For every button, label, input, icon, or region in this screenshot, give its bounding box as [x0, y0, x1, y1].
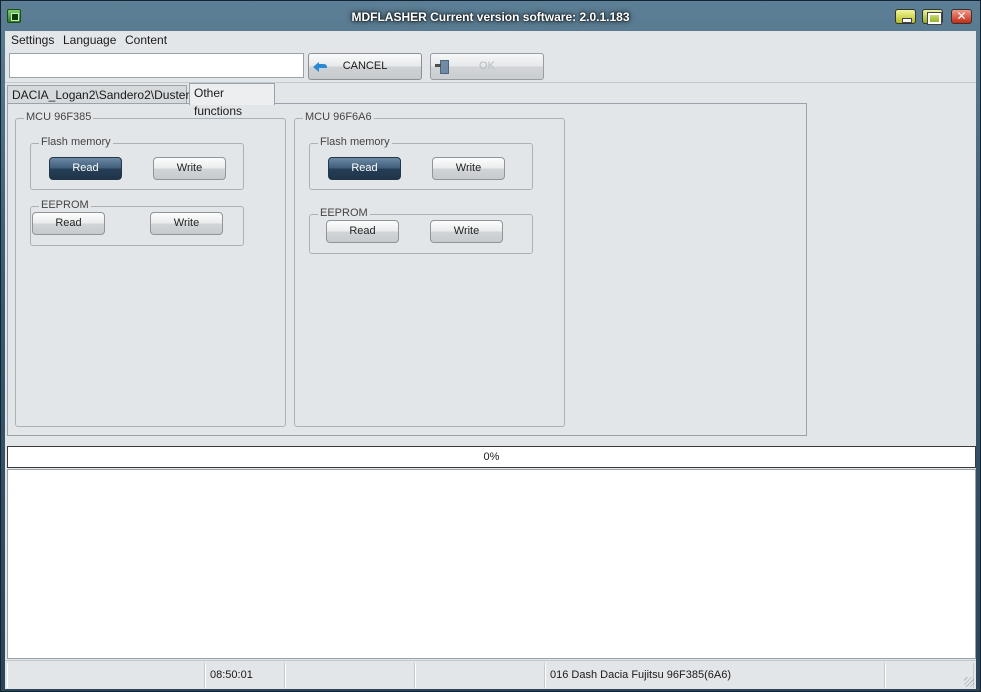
- status-time: 08:50:01: [205, 663, 285, 688]
- minimize-icon[interactable]: [895, 9, 916, 24]
- toolbar-divider: [5, 82, 976, 83]
- back-arrow-icon: [313, 60, 327, 72]
- flash-memory-title: Flash memory: [318, 136, 392, 148]
- window-title: MDFLASHER Current version software: 2.0.…: [351, 10, 630, 24]
- cancel-button[interactable]: CANCEL: [308, 53, 422, 80]
- menu-settings[interactable]: Settings: [11, 33, 54, 47]
- flash-memory-title: Flash memory: [39, 136, 113, 148]
- eeprom-write-button[interactable]: Write: [150, 212, 223, 235]
- flash-memory-group: Flash memory Read Write: [30, 136, 244, 190]
- flash-write-button[interactable]: Write: [153, 157, 226, 180]
- menu-language[interactable]: Language: [63, 33, 116, 47]
- command-input[interactable]: [9, 53, 304, 78]
- progress-text: 0%: [483, 451, 500, 463]
- eeprom-read-button[interactable]: Read: [32, 212, 105, 235]
- eeprom-read-button[interactable]: Read: [326, 220, 399, 243]
- status-cell-1: [7, 663, 205, 688]
- eeprom-title: EEPROM: [318, 207, 370, 219]
- flash-read-button[interactable]: Read: [328, 157, 401, 180]
- eeprom-write-button[interactable]: Write: [430, 220, 503, 243]
- client-area: Settings Language Content CANCEL OK DACI…: [5, 31, 976, 689]
- status-device: 016 Dash Dacia Fujitsu 96F385(6A6): [545, 663, 885, 688]
- other-functions-panel: MCU 96F385 Flash memory Read Write EEPRO…: [7, 103, 807, 436]
- status-cell-3: [285, 663, 415, 688]
- flash-read-button[interactable]: Read: [49, 157, 122, 180]
- eeprom-group: EEPROM Read Write: [30, 199, 244, 246]
- mcu-group-96f385: MCU 96F385 Flash memory Read Write EEPRO…: [15, 111, 286, 427]
- ok-button[interactable]: OK: [430, 53, 544, 80]
- mcu-group-title: MCU 96F385: [24, 111, 94, 123]
- resize-grip-icon[interactable]: [964, 677, 974, 687]
- flash-write-button[interactable]: Write: [432, 157, 505, 180]
- eeprom-title: EEPROM: [39, 199, 91, 211]
- flash-memory-group: Flash memory Read Write: [309, 136, 533, 190]
- menu-bar: Settings Language Content: [5, 31, 976, 49]
- mcu-group-96f6a6: MCU 96F6A6 Flash memory Read Write EEPRO…: [294, 111, 565, 427]
- status-cell-6: [885, 663, 974, 688]
- close-icon[interactable]: ✕: [951, 9, 972, 24]
- menu-content[interactable]: Content: [125, 33, 167, 47]
- tab-dacia-logan2[interactable]: DACIA_Logan2\Sandero2\Duster2: [7, 85, 196, 105]
- cancel-button-label: CANCEL: [342, 60, 388, 72]
- status-cell-4: [415, 663, 545, 688]
- title-bar[interactable]: MDFLASHER Current version software: 2.0.…: [1, 1, 980, 31]
- tab-other-functions[interactable]: Other functions: [189, 83, 275, 118]
- ok-button-label: OK: [479, 60, 495, 72]
- maximize-icon[interactable]: [922, 9, 943, 25]
- app-window: MDFLASHER Current version software: 2.0.…: [0, 0, 981, 692]
- eeprom-group: EEPROM Read Write: [309, 207, 533, 254]
- log-output[interactable]: [7, 469, 976, 659]
- exit-door-icon: [435, 60, 449, 74]
- mcu-group-title: MCU 96F6A6: [303, 111, 374, 123]
- progress-bar: 0%: [7, 446, 976, 468]
- status-bar: 08:50:01 016 Dash Dacia Fujitsu 96F385(6…: [5, 660, 976, 689]
